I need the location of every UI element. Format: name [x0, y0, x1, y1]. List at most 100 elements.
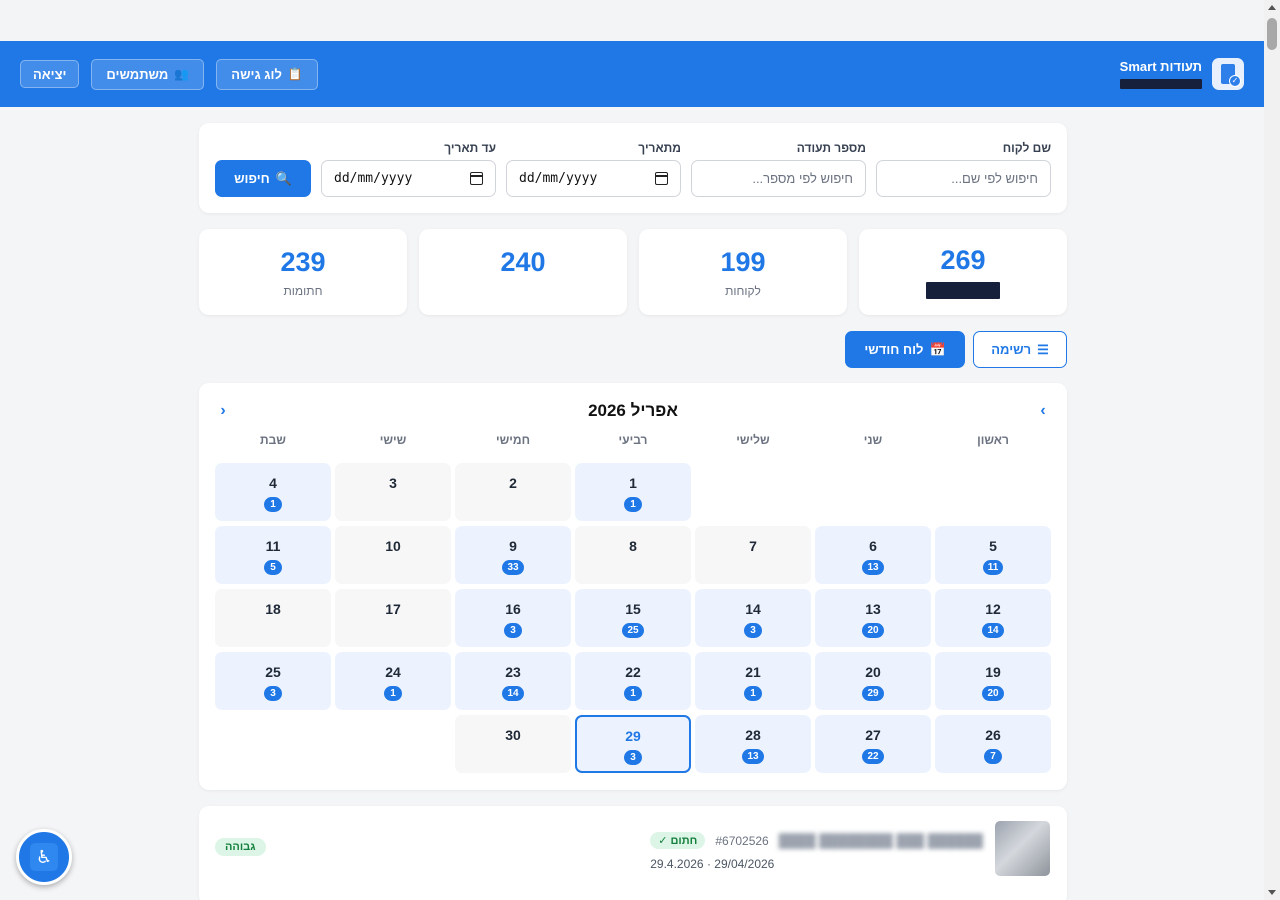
stat-card: 199 לקוחות: [639, 229, 847, 315]
scroll-up-arrow-icon[interactable]: [1268, 5, 1276, 10]
list-view-button[interactable]: ☰ רשימה: [973, 331, 1067, 368]
brand: ✓ תעודות Smart: [1120, 58, 1244, 90]
calendar-day[interactable]: 28 13: [695, 715, 811, 773]
to-date-value: dd/mm/yyyy: [334, 171, 413, 186]
doc-number-input[interactable]: חיפוש לפי מספר...: [691, 160, 866, 197]
day-number: 23: [505, 664, 521, 680]
from-date-label: מתאריך: [638, 141, 681, 155]
calendar-day[interactable]: 3: [335, 463, 451, 521]
calendar-day[interactable]: 41: [215, 463, 331, 521]
month-view-button[interactable]: 📅 לוח חודשי: [845, 331, 965, 368]
calendar-day[interactable]: 11: [575, 463, 691, 521]
next-month-arrow-icon[interactable]: ›: [1035, 402, 1051, 420]
calendar-day[interactable]: 22 1: [575, 652, 691, 710]
day-number: 6: [869, 538, 877, 554]
calendar-day[interactable]: 12 14: [935, 589, 1051, 647]
day-number: 9: [509, 538, 517, 554]
doc-number-label: מספר תעודה: [796, 141, 866, 155]
calendar-day[interactable]: 23 14: [455, 652, 571, 710]
scroll-down-arrow-icon[interactable]: [1268, 890, 1276, 895]
prev-month-arrow-icon[interactable]: ‹: [215, 402, 231, 420]
calendar-day[interactable]: 20 29: [815, 652, 931, 710]
day-count-badge: 13: [742, 749, 764, 764]
month-calendar: › אפריל 2026 ‹ ראשון שני שלישי רביעי חמישי שי…: [199, 383, 1067, 790]
list-view-label: רשימה: [991, 342, 1032, 357]
day-number: 14: [745, 601, 761, 617]
calendar-day[interactable]: 25 3: [215, 652, 331, 710]
day-number: 24: [385, 664, 401, 680]
day-number: 19: [985, 664, 1001, 680]
calendar-day[interactable]: 11 5: [215, 526, 331, 584]
day-number: 30: [505, 727, 521, 743]
calendar-day[interactable]: 5 11: [935, 526, 1051, 584]
day-number: 13: [865, 601, 881, 617]
day-number: 2: [509, 475, 517, 491]
day-number: 5: [989, 538, 997, 554]
weekday-header: ראשון שני שלישי רביעי חמישי שישי שבת: [215, 433, 1051, 455]
calendar-day[interactable]: 13 20: [815, 589, 931, 647]
logout-button[interactable]: יציאה: [20, 60, 80, 88]
day-number: 1: [629, 475, 637, 491]
calendar-day[interactable]: 18: [215, 589, 331, 647]
calendar-day[interactable]: 10: [335, 526, 451, 584]
customer-name-blurred: ██████ ███ ████████ ████: [778, 833, 983, 848]
calendar-day[interactable]: 17: [335, 589, 451, 647]
calendar-icon: 📅: [929, 341, 946, 357]
day-number: 27: [865, 727, 881, 743]
document-thumbnail[interactable]: [995, 821, 1050, 876]
calendar-day[interactable]: 21 1: [695, 652, 811, 710]
search-button[interactable]: 🔍 חיפוש: [215, 160, 311, 197]
calendar-empty-cell: [815, 463, 931, 521]
from-date-input[interactable]: dd/mm/yyyy: [506, 160, 681, 197]
calendar-icon[interactable]: [655, 172, 668, 185]
day-number: 8: [629, 538, 637, 554]
access-log-button[interactable]: 📋 לוג גישה: [216, 58, 318, 90]
stat-value: 239: [280, 246, 326, 277]
stat-card: 239 חתומות: [199, 229, 407, 315]
calendar-icon[interactable]: [470, 172, 483, 185]
day-number: 11: [265, 538, 281, 554]
stat-value: 199: [720, 246, 766, 277]
calendar-day-today[interactable]: 29 3: [575, 715, 691, 773]
calendar-day[interactable]: 7: [695, 526, 811, 584]
calendar-day[interactable]: 24 1: [335, 652, 451, 710]
calendar-empty-cell: [935, 463, 1051, 521]
weekday-label: ראשון: [977, 433, 1009, 447]
calendar-day[interactable]: 14 3: [695, 589, 811, 647]
calendar-day[interactable]: 8: [575, 526, 691, 584]
wheelchair-icon: ♿: [30, 843, 58, 871]
day-count-badge: 1: [384, 686, 402, 701]
calendar-day[interactable]: 6 13: [815, 526, 931, 584]
day-number: 20: [865, 664, 881, 680]
day-count-badge: 33: [502, 560, 524, 575]
users-button[interactable]: 👥 משתמשים: [91, 58, 205, 90]
weekday-label: שישי: [379, 433, 407, 447]
day-count-badge: 20: [862, 623, 884, 638]
brand-subtitle-redacted: [1120, 79, 1202, 89]
calendar-day[interactable]: 15 25: [575, 589, 691, 647]
day-number: 3: [389, 475, 397, 491]
stat-value: 269: [940, 245, 986, 275]
accessibility-button[interactable]: ♿: [16, 829, 72, 885]
day-count-badge: 14: [502, 686, 524, 701]
day-number: 26: [985, 727, 1001, 743]
to-date-input[interactable]: dd/mm/yyyy: [321, 160, 496, 197]
calendar-day[interactable]: 27 22: [815, 715, 931, 773]
customer-name-input[interactable]: חיפוש לפי שם...: [876, 160, 1051, 197]
calendar-day[interactable]: 16 3: [455, 589, 571, 647]
scrollbar-thumb[interactable]: [1267, 18, 1277, 50]
calendar-day[interactable]: 30: [455, 715, 571, 773]
calendar-day[interactable]: 26 7: [935, 715, 1051, 773]
calendar-day[interactable]: 2: [455, 463, 571, 521]
document-row[interactable]: ██████ ███ ████████ ████ #6702526 חתום ✓…: [199, 806, 1067, 900]
scrollbar[interactable]: [1264, 0, 1280, 900]
day-count-badge: 7: [984, 749, 1002, 764]
signed-status-badge: חתום ✓: [650, 832, 706, 849]
day-number: 7: [749, 538, 757, 554]
calendar-day[interactable]: 9 33: [455, 526, 571, 584]
day-count-badge: 3: [744, 623, 762, 638]
weekday-label: רביעי: [618, 433, 648, 447]
day-number: 25: [265, 664, 281, 680]
month-view-label: לוח חודשי: [864, 342, 924, 357]
calendar-day[interactable]: 19 20: [935, 652, 1051, 710]
